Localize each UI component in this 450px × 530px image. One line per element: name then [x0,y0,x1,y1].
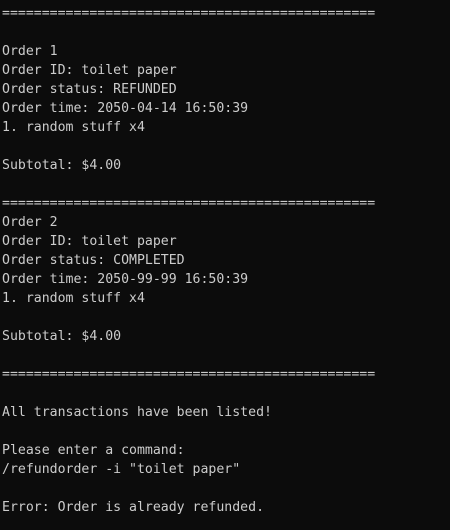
separator-line: ========================================… [2,196,376,211]
terminal-window[interactable]: ========================================… [0,0,450,530]
command-input-line[interactable]: /refundorder -i "toilet paper" [2,460,240,479]
order-2-item: 1. random stuff x4 [2,291,145,306]
separator-line: ========================================… [2,367,376,382]
order-2-id: Order ID: toilet paper [2,234,177,249]
error-message: Error: Order is already refunded. [2,500,265,515]
order-2-time: Order time: 2050-99-99 16:50:39 [2,272,249,287]
order-1-subtotal: Subtotal: $4.00 [2,158,122,173]
separator-line: ========================================… [2,6,376,21]
order-2-subtotal: Subtotal: $4.00 [2,329,122,344]
order-1-header: Order 1 [2,44,58,59]
order-2-status: Order status: COMPLETED [2,253,185,268]
order-1-time: Order time: 2050-04-14 16:50:39 [2,101,249,116]
order-1-item: 1. random stuff x4 [2,120,145,135]
order-1-id: Order ID: toilet paper [2,63,177,78]
order-1-status: Order status: REFUNDED [2,82,177,97]
command-prompt: Please enter a command: [2,443,185,458]
listed-message: All transactions have been listed! [2,405,272,420]
order-2-header: Order 2 [2,215,58,230]
